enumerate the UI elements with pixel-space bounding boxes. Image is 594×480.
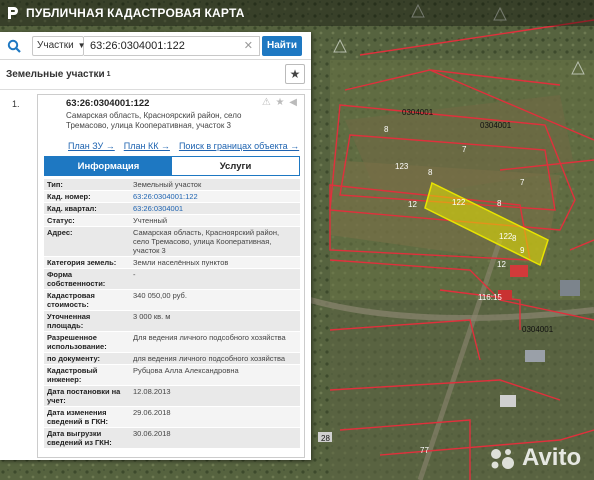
section-count: 1 xyxy=(106,71,111,78)
table-row: Кад. номер: 63:26:0304001:122 xyxy=(44,191,300,203)
table-row: Дата постановки на учет: 12.08.2013 xyxy=(44,386,300,407)
row-key: Форма собственности: xyxy=(47,270,106,288)
map-label-parcel: 7 xyxy=(520,178,525,187)
card-tabs: Информация Услуги xyxy=(44,156,300,176)
row-key: Кад. квартал: xyxy=(47,204,97,213)
table-row: по документу: для ведения личного подсобн… xyxy=(44,353,300,365)
table-row: Категория земель: Земли населённых пункто… xyxy=(44,257,300,269)
avito-wordmark: Avito xyxy=(522,444,582,471)
row-key: Категория земель: xyxy=(47,258,117,267)
table-row: Уточненная площадь: 3 000 кв. м xyxy=(44,311,300,332)
plan-kk-link[interactable]: План КК → xyxy=(124,141,170,151)
row-key: Дата изменения сведений в ГКН: xyxy=(47,408,109,426)
row-key: Тип: xyxy=(47,180,63,189)
find-button[interactable]: Найти xyxy=(262,35,302,56)
row-key: Статус: xyxy=(47,216,75,225)
row-key: Дата постановки на учет: xyxy=(47,387,121,405)
clear-icon[interactable]: ✕ xyxy=(244,39,253,52)
search-scope-select[interactable]: Участки ▼ xyxy=(32,35,86,56)
map-label-parcel: 123 xyxy=(395,162,409,171)
row-value: 12.08.2013 xyxy=(133,387,171,396)
map-label-parcel: 77 xyxy=(420,446,429,455)
card-address: Самарская область, Красноярский район, с… xyxy=(66,111,242,130)
avito-watermark: Avito xyxy=(488,444,581,472)
info-panel: Участки ▼ 63:26:0304001:122 ✕ Найти Земе… xyxy=(0,32,311,460)
map-label-parcel: 8 xyxy=(497,199,502,208)
avito-logo-icon xyxy=(491,449,514,469)
map-label-parcel-selected[interactable]: 122 xyxy=(499,232,512,241)
table-row: Кадастровый инженер: Рубцова Алла Алексан… xyxy=(44,365,300,386)
tab-info[interactable]: Информация xyxy=(45,157,172,175)
row-key: Адрес: xyxy=(47,228,73,237)
parcel-card: 63:26:0304001:122 ⚠ ★ ◀ Самарская област… xyxy=(37,94,305,458)
star-icon: ★ xyxy=(289,67,301,81)
tab-services[interactable]: Услуги xyxy=(172,157,299,175)
table-row: Дата выгрузки сведений из ГКН: 30.06.2018 xyxy=(44,428,300,449)
search-bar: Участки ▼ 63:26:0304001:122 ✕ Найти xyxy=(0,32,311,60)
map-label-quarter: 0304001 xyxy=(480,121,512,130)
row-value: 29.06.2018 xyxy=(133,408,171,417)
map-label-parcel: 8 xyxy=(512,234,517,243)
map-label-parcel: 9 xyxy=(520,246,525,255)
map-label-parcel: 12 xyxy=(497,260,506,269)
table-row: Разрешенное использование: Для ведения ли… xyxy=(44,332,300,353)
row-key: Кадастровый инженер: xyxy=(47,366,98,384)
property-table: Тип: Земельный участок Кад. номер: 63:26:0… xyxy=(44,179,300,449)
map-label-parcel: 28 xyxy=(321,434,330,443)
map-label-parcel: 12 xyxy=(408,200,417,209)
table-row: Форма собственности: - xyxy=(44,269,300,290)
row-value: для ведения личного подсобного хозяйства xyxy=(133,354,286,363)
table-row: Тип: Земельный участок xyxy=(44,179,300,191)
map-label-quarter: 0304001 xyxy=(522,325,554,334)
section-header: Земельные участки 1 ★ xyxy=(0,60,311,90)
search-icon[interactable] xyxy=(0,32,28,60)
map-label-parcel: 7 xyxy=(462,145,467,154)
card-cad-number[interactable]: 63:26:0304001:122 xyxy=(66,98,149,109)
table-row: Адрес: Самарская область, Красноярский ра… xyxy=(44,227,300,257)
map-label-parcel: 116:15 xyxy=(478,293,502,302)
row-value: 3 000 кв. м xyxy=(133,312,171,321)
row-key: Разрешенное использование: xyxy=(47,333,107,351)
row-value: - xyxy=(133,270,136,279)
row-value[interactable]: 63:26:0304001:122 xyxy=(130,191,300,202)
search-in-bounds-link[interactable]: Поиск в границах объекта → xyxy=(179,141,299,151)
row-key: Кад. номер: xyxy=(47,192,91,201)
row-value: 30.06.2018 xyxy=(133,429,171,438)
row-value: Для ведения личного подсобного хозяйства xyxy=(133,333,286,342)
favorite-button[interactable]: ★ xyxy=(285,64,305,84)
table-row: Дата изменения сведений в ГКН: 29.06.2018 xyxy=(44,407,300,428)
map-label-parcel: 8 xyxy=(428,168,433,177)
map-label-parcel: 8 xyxy=(384,125,389,134)
table-row: Кад. квартал: 63:26:0304001 xyxy=(44,203,300,215)
card-links: План ЗУ → План КК → Поиск в границах объ… xyxy=(68,141,299,151)
app-title: ПУБЛИЧНАЯ КАДАСТРОВАЯ КАРТА xyxy=(26,6,245,20)
search-query: 63:26:0304001:122 xyxy=(90,39,185,52)
row-key: Кадастровая стоимость: xyxy=(47,291,95,309)
top-bar: ПУБЛИЧНАЯ КАДАСТРОВАЯ КАРТА xyxy=(0,0,594,26)
row-key: Дата выгрузки сведений из ГКН: xyxy=(47,429,112,447)
row-value: Самарская область, Красноярский район, с… xyxy=(133,228,280,255)
plan-zu-link[interactable]: План ЗУ → xyxy=(68,141,115,151)
row-value: Учтенный xyxy=(133,216,168,225)
row-value: Рубцова Алла Александровна xyxy=(133,366,239,375)
row-value[interactable]: 63:26:0304001 xyxy=(130,203,300,214)
card-action-icons[interactable]: ⚠ ★ ◀ xyxy=(262,97,298,108)
section-title: Земельные участки xyxy=(6,69,105,80)
search-input[interactable]: 63:26:0304001:122 ✕ xyxy=(84,35,260,56)
table-row: Кадастровая стоимость: 340 050,00 руб. xyxy=(44,290,300,311)
row-key: по документу: xyxy=(47,354,101,363)
map-label-parcel-selected[interactable]: 122 xyxy=(452,198,465,207)
row-value: 340 050,00 руб. xyxy=(133,291,187,300)
row-key: Уточненная площадь: xyxy=(47,312,91,330)
table-row: Статус: Учтенный xyxy=(44,215,300,227)
search-scope-value: Участки xyxy=(37,40,74,51)
map-label-quarter: 0304001 xyxy=(402,108,434,117)
card-index: 1. xyxy=(12,99,20,109)
row-value: Земли населённых пунктов xyxy=(133,258,229,267)
logo-icon xyxy=(8,7,18,19)
row-value: Земельный участок xyxy=(133,180,202,189)
